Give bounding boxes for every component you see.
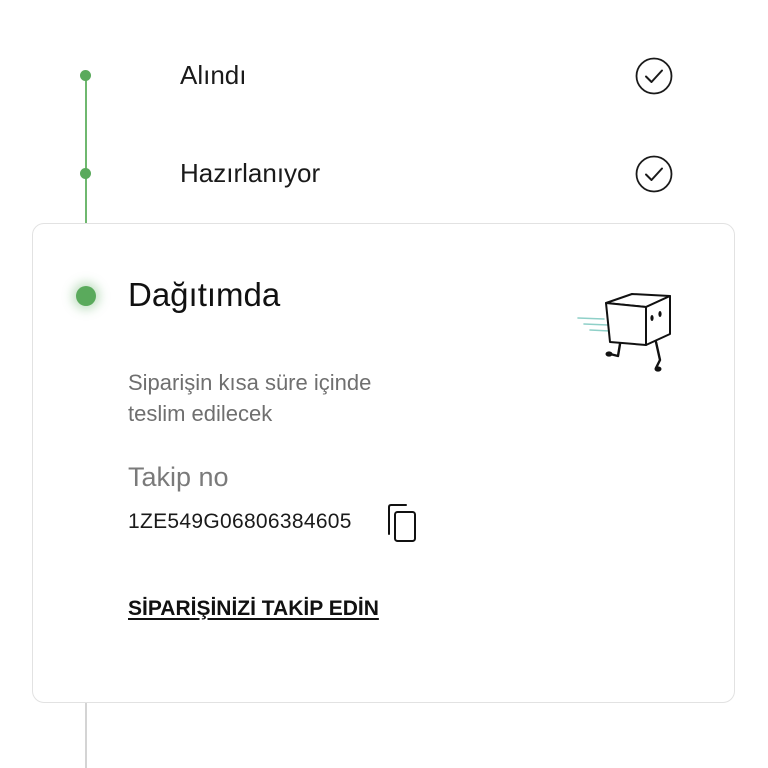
- step-label-preparing: Hazırlanıyor: [180, 158, 321, 188]
- track-order-link[interactable]: SİPARİŞİNİZİ TAKİP EDİN: [128, 597, 379, 621]
- copy-icon[interactable]: [386, 503, 418, 543]
- timeline-dot-received: [80, 70, 91, 81]
- check-circle-icon: [635, 155, 673, 193]
- timeline-dot-preparing: [80, 168, 91, 179]
- tracking-number-value: 1ZE549G06806384605: [128, 510, 352, 533]
- tracking-number-label: Takip no: [128, 462, 229, 492]
- active-step-description: Siparişin kısa süre içinde teslim edilec…: [128, 370, 372, 426]
- step-label-received: Alındı: [180, 60, 247, 90]
- active-step-title: Dağıtımda: [128, 276, 281, 313]
- check-circle-icon: [635, 57, 673, 95]
- timeline-dot-active: [76, 286, 96, 306]
- running-box-illustration: [577, 293, 671, 372]
